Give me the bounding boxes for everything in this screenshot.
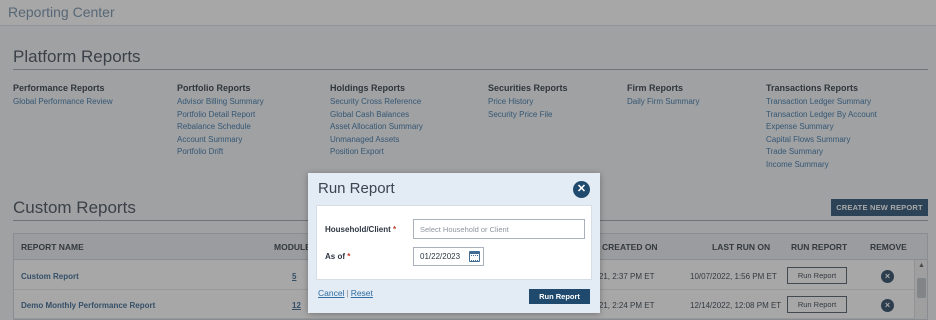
household-client-select[interactable] — [413, 219, 585, 239]
dialog-footer-links: Cancel | Reset — [318, 288, 373, 298]
close-circle-icon[interactable]: ✕ — [573, 181, 590, 198]
link-separator: | — [346, 288, 349, 298]
run-report-submit-button[interactable]: Run Report — [529, 289, 590, 304]
required-marker: * — [393, 225, 397, 234]
as-of-label: As of * — [325, 252, 350, 261]
dialog-title: Run Report — [318, 180, 395, 197]
household-client-label: Household/Client * — [325, 225, 396, 234]
cancel-link[interactable]: Cancel — [318, 288, 344, 298]
run-report-dialog: Run Report ✕ Household/Client * As of * … — [308, 173, 600, 313]
label-text: Household/Client — [325, 225, 391, 234]
as-of-date-input[interactable] — [414, 248, 466, 265]
reset-link[interactable]: Reset — [351, 288, 373, 298]
calendar-icon[interactable] — [469, 251, 480, 262]
as-of-date-field — [413, 247, 484, 266]
label-text: As of — [325, 252, 345, 261]
dialog-body: Household/Client * As of * — [316, 205, 592, 280]
required-marker: * — [347, 252, 351, 261]
